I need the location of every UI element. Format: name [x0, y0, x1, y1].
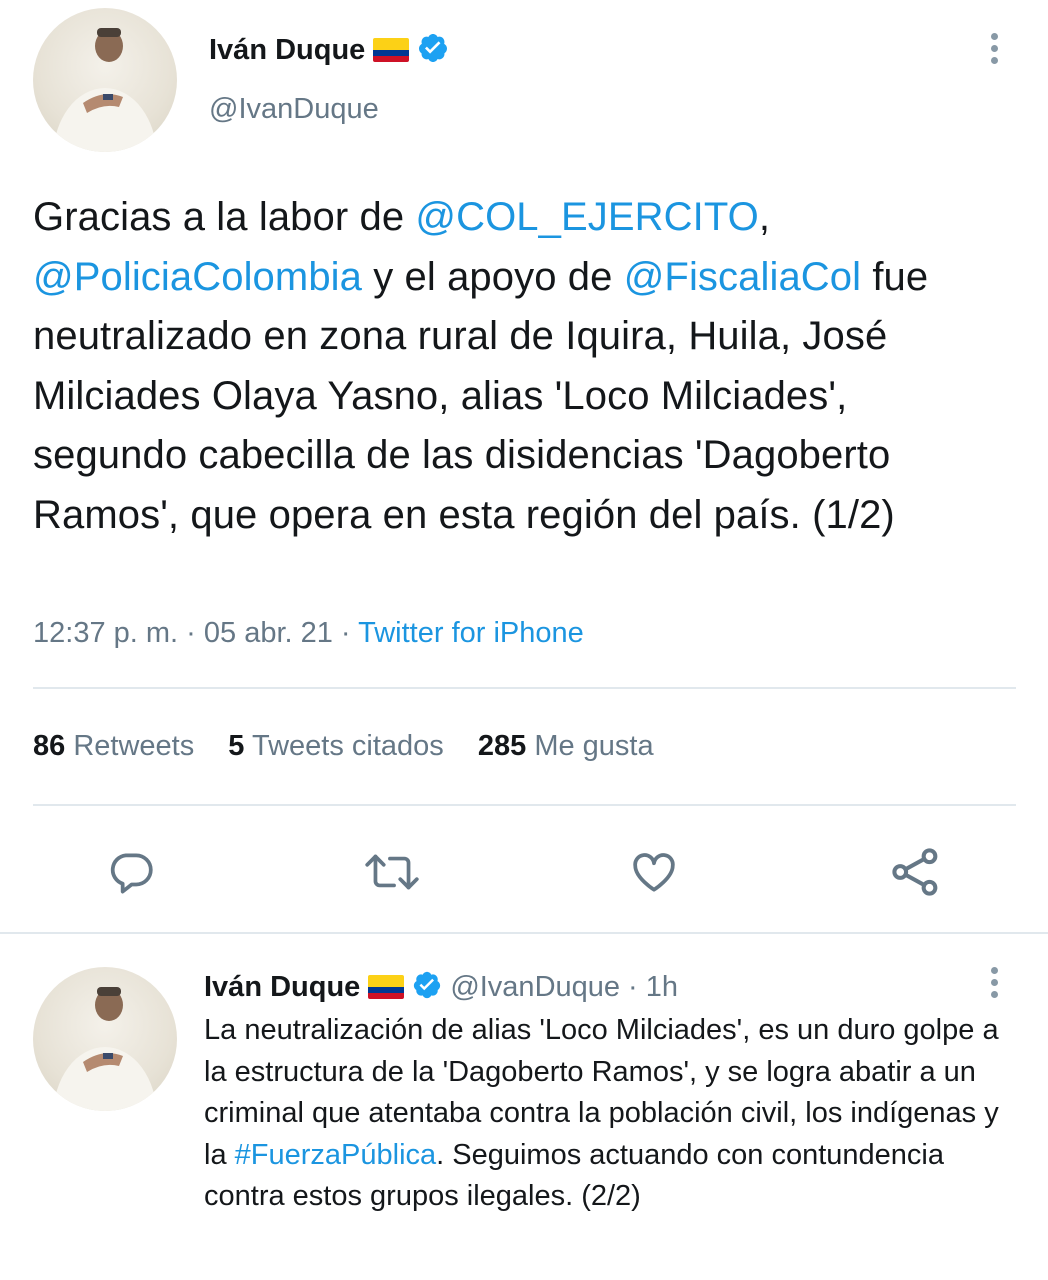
heart-icon [633, 853, 675, 892]
avatar-photo [53, 987, 157, 1111]
reply-more-vertical-icon[interactable] [984, 962, 1004, 1003]
mention-policia-colombia[interactable]: @PoliciaColombia [33, 255, 362, 299]
mention-col-ejercito[interactable]: @COL_EJERCITO [415, 195, 758, 239]
quotes-label: Tweets citados [251, 730, 444, 762]
more-vertical-icon[interactable] [984, 28, 1004, 69]
meta-separator: · [178, 617, 204, 649]
avatar-photo [53, 28, 157, 152]
divider [33, 687, 1016, 689]
likes-stat[interactable]: 285 Me gusta [478, 730, 654, 762]
author-name[interactable]: Iván Duque [209, 34, 365, 67]
hashtag-fuerza-publica[interactable]: #FuerzaPública [235, 1139, 437, 1171]
meta-separator: · [628, 970, 638, 1003]
colombia-flag-icon [368, 975, 405, 999]
retweets-stat[interactable]: 86 Retweets [33, 730, 194, 762]
share-icon [892, 848, 938, 896]
reply-author-name[interactable]: Iván Duque [204, 971, 360, 1004]
retweet-icon [365, 854, 419, 890]
reply-handle[interactable]: @IvanDuque [450, 971, 620, 1004]
tweet-text: Gracias a la labor de @COL_EJERCITO, @Po… [33, 188, 1008, 545]
tweet-time[interactable]: 12:37 p. m. [33, 617, 178, 649]
likes-count: 285 [477, 730, 527, 762]
verified-badge-icon [412, 970, 442, 1005]
tweet-text-part: , [758, 195, 771, 239]
quotes-stat[interactable]: 5 Tweets citados [228, 730, 444, 762]
colombia-flag-icon [373, 38, 410, 62]
tweet-date[interactable]: 05 abr. 21 [204, 617, 333, 649]
meta-separator: · [332, 617, 359, 649]
tweet-meta: 12:37 p. m. · 05 abr. 21 · Twitter for i… [33, 617, 584, 650]
tweet-stats: 86 Retweets 5 Tweets citados 285 Me gust… [33, 730, 654, 763]
retweets-count: 86 [33, 730, 66, 762]
verified-badge-icon [417, 32, 449, 69]
reply-icon [110, 853, 153, 894]
like-button[interactable] [628, 847, 680, 897]
retweets-label: Retweets [73, 730, 195, 762]
reply-header: Iván Duque @IvanDuque · 1h [204, 966, 678, 1008]
tweet-text-part: Gracias a la labor de [33, 195, 416, 239]
reply-text: La neutralización de alias 'Loco Milciad… [204, 1010, 1019, 1218]
share-button[interactable] [889, 845, 943, 899]
tweet-text-part: y el apoyo de [362, 254, 624, 299]
reply-button[interactable] [106, 847, 156, 897]
author-line: Iván Duque [209, 28, 449, 72]
quotes-count: 5 [228, 730, 245, 762]
author-avatar[interactable] [33, 8, 177, 152]
likes-label: Me gusta [534, 730, 654, 762]
divider [33, 804, 1016, 806]
divider [0, 932, 1048, 934]
mention-fiscalia-col[interactable]: @FiscaliaCol [624, 255, 861, 299]
author-handle[interactable]: @IvanDuque [209, 93, 379, 126]
reply-author-avatar[interactable] [33, 967, 177, 1111]
tweet-source[interactable]: Twitter for iPhone [358, 617, 584, 649]
reply-age[interactable]: 1h [646, 971, 678, 1004]
retweet-button[interactable] [361, 847, 423, 897]
